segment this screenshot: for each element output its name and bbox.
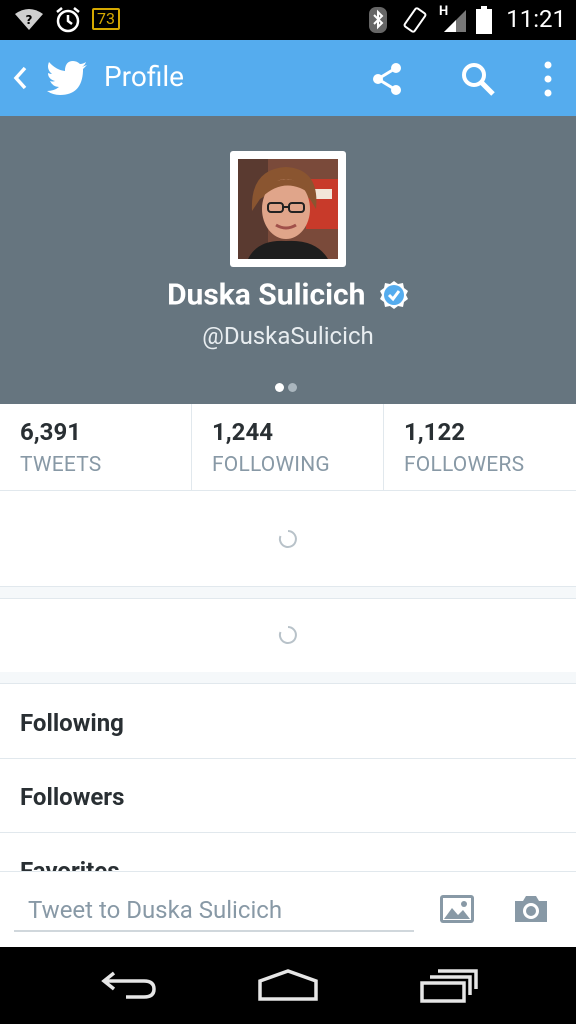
stat-following[interactable]: 1,244 FOLLOWING	[191, 404, 384, 490]
section-gap	[0, 672, 576, 684]
recents-icon[interactable]	[420, 969, 478, 1003]
page-dot-active	[275, 383, 284, 392]
battery-icon	[476, 6, 492, 34]
tweet-composer: Tweet to Duska Sulicich	[0, 871, 576, 948]
avatar-photo	[238, 159, 338, 259]
menu-item-following[interactable]: Following	[0, 685, 576, 759]
avatar[interactable]	[230, 151, 346, 267]
stat-tweets[interactable]: 6,391 TWEETS	[0, 404, 191, 490]
stat-label: FOLLOWING	[212, 453, 330, 477]
menu-item-label: Following	[20, 709, 124, 737]
alarm-icon	[56, 7, 80, 33]
back-icon[interactable]	[100, 969, 158, 1001]
stat-followers[interactable]: 1,122 FOLLOWERS	[383, 404, 576, 490]
navigation-bar	[0, 947, 576, 1024]
app-bar-title: Profile	[104, 60, 185, 93]
page-dot	[288, 383, 297, 392]
menu-item-label: Followers	[20, 783, 125, 811]
battery-percent-badge: 73	[92, 8, 120, 30]
section-gap	[0, 587, 576, 598]
image-icon[interactable]	[439, 894, 475, 924]
stat-value: 1,122	[404, 418, 465, 446]
rotate-icon	[403, 7, 427, 33]
stat-value: 1,244	[212, 418, 273, 446]
menu-item-followers[interactable]: Followers	[0, 759, 576, 833]
loading-spinner-icon	[278, 626, 297, 644]
wifi-question-icon: ?	[15, 9, 43, 30]
share-icon[interactable]	[370, 62, 404, 96]
loading-panel-1	[0, 491, 576, 587]
home-icon[interactable]	[258, 969, 318, 1001]
profile-handle: @DuskaSulicich	[202, 322, 374, 350]
status-bar: ? 73 H 11:21	[0, 0, 576, 40]
profile-stats: 6,391 TWEETS 1,244 FOLLOWING 1,122 FOLLO…	[0, 404, 576, 491]
loading-panel-2	[0, 598, 576, 673]
twitter-bird-icon[interactable]	[46, 60, 88, 96]
app-bar: Profile	[0, 40, 576, 116]
stat-label: FOLLOWERS	[404, 453, 525, 477]
bluetooth-icon	[369, 7, 387, 33]
stat-value: 6,391	[20, 418, 81, 446]
svg-text:?: ?	[26, 13, 33, 27]
loading-spinner-icon	[278, 530, 297, 548]
stat-label: TWEETS	[20, 453, 102, 477]
back-arrow-icon[interactable]	[10, 64, 30, 92]
profile-name-row: Duska Sulicich	[0, 276, 576, 313]
status-time: 11:21	[506, 5, 566, 33]
profile-header: Duska Sulicich @DuskaSulicich	[0, 116, 576, 404]
search-icon[interactable]	[460, 61, 496, 97]
page-indicator	[275, 377, 301, 396]
tweet-input[interactable]: Tweet to Duska Sulicich	[14, 892, 414, 932]
verified-badge-icon	[379, 281, 408, 310]
profile-name: Duska Sulicich	[167, 277, 366, 313]
signal-icon	[444, 10, 466, 32]
overflow-menu-icon[interactable]	[542, 60, 554, 98]
camera-icon[interactable]	[513, 894, 549, 924]
